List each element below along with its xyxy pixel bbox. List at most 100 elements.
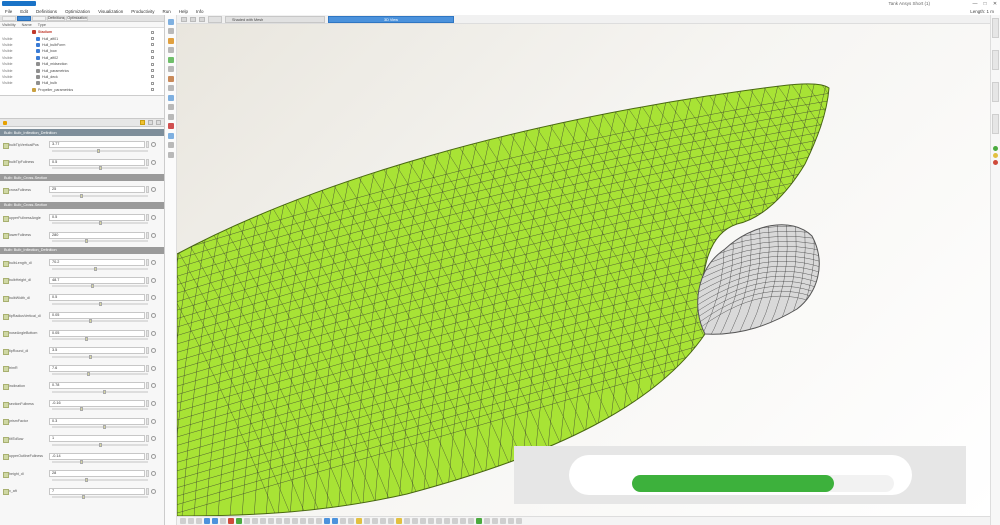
delete-tool-icon[interactable] bbox=[168, 123, 174, 129]
rotate-tool-icon[interactable] bbox=[168, 94, 174, 101]
parameter-section-header[interactable]: Bulb: Bulb_Cross-Section bbox=[0, 174, 164, 182]
tree-row-checkbox[interactable] bbox=[151, 56, 154, 60]
camera-icon[interactable] bbox=[199, 16, 205, 22]
bottom-tool-icon[interactable] bbox=[196, 518, 202, 524]
parameter-options-icon[interactable] bbox=[151, 453, 156, 459]
parameter-options-icon[interactable] bbox=[151, 401, 156, 407]
parameter-options-icon[interactable] bbox=[151, 383, 156, 389]
parameter-slider-handle[interactable] bbox=[84, 336, 88, 341]
definitions-tab[interactable]: Definitions bbox=[47, 15, 66, 21]
parameter-value-input[interactable]: 70.2 bbox=[49, 259, 145, 267]
tree-row-checkbox[interactable] bbox=[151, 37, 154, 41]
menu-run[interactable]: Run bbox=[159, 9, 175, 14]
parameter-value-input[interactable]: 0.05 bbox=[49, 312, 145, 320]
parameter-slider[interactable] bbox=[52, 389, 148, 394]
move-tool-icon[interactable] bbox=[168, 28, 174, 34]
parameter-spinner[interactable] bbox=[146, 364, 149, 372]
section-tool-icon[interactable] bbox=[168, 75, 174, 82]
bottom-tool-icon[interactable] bbox=[220, 518, 226, 524]
tree-row-checkbox[interactable] bbox=[151, 69, 154, 73]
select-tool-icon[interactable] bbox=[168, 18, 174, 25]
bottom-tool-icon[interactable] bbox=[380, 518, 386, 524]
parameter-value-input[interactable]: 0.78 bbox=[49, 382, 145, 390]
parameter-slider-handle[interactable] bbox=[93, 266, 97, 271]
parameter-spinner[interactable] bbox=[146, 312, 149, 320]
parameter-options-icon[interactable] bbox=[151, 277, 156, 283]
parameter-options-icon[interactable] bbox=[151, 436, 156, 442]
parameter-options-icon[interactable] bbox=[151, 215, 156, 221]
parameter-options-icon[interactable] bbox=[151, 260, 156, 266]
bottom-tool-icon[interactable] bbox=[500, 518, 506, 524]
home-view-icon[interactable] bbox=[181, 16, 187, 22]
parameter-spinner[interactable] bbox=[146, 452, 149, 460]
close-button[interactable]: ✕ bbox=[990, 1, 1000, 7]
right-tab-history[interactable] bbox=[992, 50, 999, 70]
parameter-value-input[interactable]: 1 bbox=[49, 435, 145, 443]
parameter-slider[interactable] bbox=[52, 424, 148, 429]
layers-tab[interactable] bbox=[32, 15, 46, 21]
parameter-slider[interactable] bbox=[52, 319, 148, 324]
parameter-spinner[interactable] bbox=[146, 470, 149, 478]
parameter-spinner[interactable] bbox=[146, 186, 149, 194]
bottom-tool-icon[interactable] bbox=[316, 518, 322, 524]
parameter-options-icon[interactable] bbox=[151, 471, 156, 477]
features-tab[interactable] bbox=[17, 15, 31, 21]
parameter-spinner[interactable] bbox=[146, 214, 149, 222]
fit-view-icon[interactable] bbox=[190, 16, 196, 22]
parameter-spinner[interactable] bbox=[146, 259, 149, 267]
parameter-options-icon[interactable] bbox=[151, 232, 156, 238]
bottom-tool-icon[interactable] bbox=[476, 518, 482, 524]
parameter-slider[interactable] bbox=[52, 372, 148, 377]
parameter-slider-handle[interactable] bbox=[81, 495, 85, 500]
parameter-slider[interactable] bbox=[52, 301, 148, 306]
bottom-tool-icon[interactable] bbox=[460, 518, 466, 524]
parameter-slider[interactable] bbox=[52, 148, 148, 153]
hull-model[interactable] bbox=[177, 24, 990, 516]
parameter-value-input[interactable]: 0.5 bbox=[49, 158, 145, 166]
viewport-tab-3d-view[interactable]: 3D View bbox=[328, 15, 454, 23]
camera-tool-icon[interactable] bbox=[168, 132, 174, 139]
parameter-value-input[interactable]: 3.5 bbox=[49, 347, 145, 355]
parameter-options-icon[interactable] bbox=[151, 348, 156, 354]
parameter-spinner[interactable] bbox=[146, 294, 149, 302]
bottom-tool-icon[interactable] bbox=[492, 518, 498, 524]
parameter-value-input[interactable]: 3.77 bbox=[49, 141, 145, 149]
settings-tool-icon[interactable] bbox=[168, 151, 174, 158]
parameter-value-input[interactable]: 7 bbox=[49, 487, 145, 495]
parameter-section-header[interactable]: Bulb: Bulb_Inflection_Definition bbox=[0, 246, 164, 254]
light-tool-icon[interactable] bbox=[168, 142, 174, 148]
parameter-options-icon[interactable] bbox=[151, 418, 156, 424]
3d-viewport[interactable] bbox=[177, 24, 990, 516]
menu-definitions[interactable]: Definitions bbox=[32, 9, 61, 14]
right-tab-results[interactable] bbox=[992, 114, 999, 134]
menu-optimization[interactable]: Optimization bbox=[61, 9, 94, 14]
bottom-tool-icon[interactable] bbox=[204, 518, 210, 524]
parameter-slider-handle[interactable] bbox=[89, 354, 93, 359]
bottom-tool-icon[interactable] bbox=[468, 518, 474, 524]
parameter-options-icon[interactable] bbox=[151, 142, 156, 148]
parameter-slider-handle[interactable] bbox=[87, 372, 91, 377]
parameter-slider-handle[interactable] bbox=[98, 301, 102, 306]
bulb-surface[interactable] bbox=[697, 224, 820, 335]
parameter-slider[interactable] bbox=[52, 460, 148, 465]
parameter-value-input[interactable]: 0.5 bbox=[49, 294, 145, 302]
bottom-tool-icon[interactable] bbox=[228, 518, 234, 524]
hide-tool-icon[interactable] bbox=[168, 113, 174, 120]
parameter-spinner[interactable] bbox=[146, 231, 149, 239]
parameter-options-icon[interactable] bbox=[151, 488, 156, 494]
viewport-tab-empty[interactable] bbox=[208, 15, 222, 23]
surface-tool-icon[interactable] bbox=[168, 47, 174, 53]
parameter-slider[interactable] bbox=[52, 495, 148, 500]
parameter-options-icon[interactable] bbox=[151, 295, 156, 301]
bottom-tool-icon[interactable] bbox=[332, 518, 338, 524]
tree-row[interactable]: Propeller_parametrics bbox=[0, 87, 164, 93]
bottom-tool-icon[interactable] bbox=[284, 518, 290, 524]
parameter-options-icon[interactable] bbox=[151, 159, 156, 165]
bottom-tool-icon[interactable] bbox=[428, 518, 434, 524]
bottom-tool-icon[interactable] bbox=[188, 518, 194, 524]
bottom-tool-icon[interactable] bbox=[420, 518, 426, 524]
parameter-spinner[interactable] bbox=[146, 276, 149, 284]
bottom-tool-icon[interactable] bbox=[484, 518, 490, 524]
menu-info[interactable]: Info bbox=[192, 9, 208, 14]
parameter-slider-handle[interactable] bbox=[103, 424, 107, 429]
